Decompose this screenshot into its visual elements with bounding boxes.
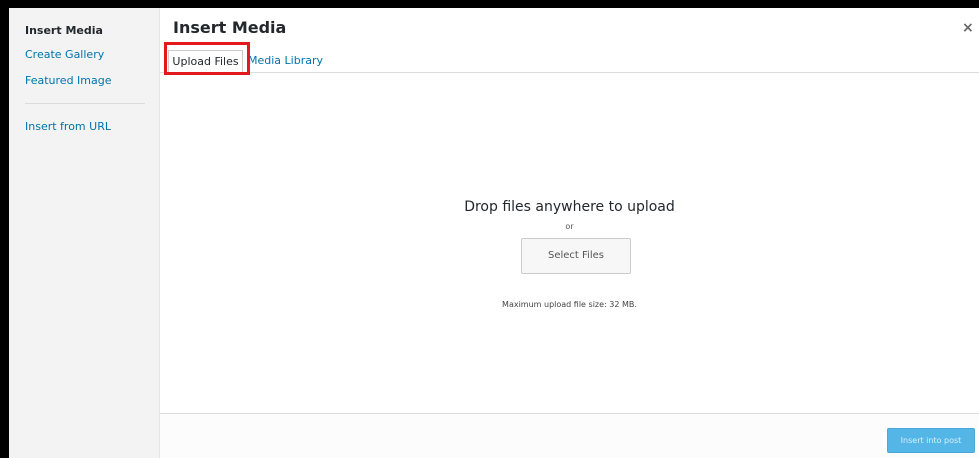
close-icon[interactable]: × (962, 21, 974, 35)
media-content: Insert Media × Upload Files Media Librar… (160, 8, 979, 458)
insert-into-post-button[interactable]: Insert into post (887, 428, 975, 453)
media-sidebar: Insert Media Create Gallery Featured Ima… (9, 8, 160, 458)
drop-instructions: Drop files anywhere to upload (464, 199, 675, 215)
or-separator: or (565, 222, 574, 231)
sidebar-item-insert-from-url[interactable]: Insert from URL (25, 120, 111, 134)
modal-title: Insert Media (173, 18, 287, 37)
max-upload-size: Maximum upload file size: 32 MB. (502, 300, 637, 309)
upload-drop-zone[interactable]: Drop files anywhere to upload or Select … (160, 74, 979, 414)
media-tabs: Upload Files Media Library (160, 48, 979, 73)
sidebar-separator (25, 103, 145, 104)
media-modal: Insert Media Create Gallery Featured Ima… (9, 8, 979, 458)
sidebar-item-featured-image[interactable]: Featured Image (25, 74, 112, 88)
select-files-button[interactable]: Select Files (521, 238, 631, 274)
screen-frame: Insert Media Create Gallery Featured Ima… (0, 0, 979, 458)
sidebar-item-create-gallery[interactable]: Create Gallery (25, 48, 104, 62)
sidebar-item-insert-media[interactable]: Insert Media (25, 24, 103, 38)
tab-media-library[interactable]: Media Library (248, 50, 323, 73)
tab-upload-files[interactable]: Upload Files (168, 50, 243, 73)
media-toolbar: Insert into post (160, 413, 979, 458)
